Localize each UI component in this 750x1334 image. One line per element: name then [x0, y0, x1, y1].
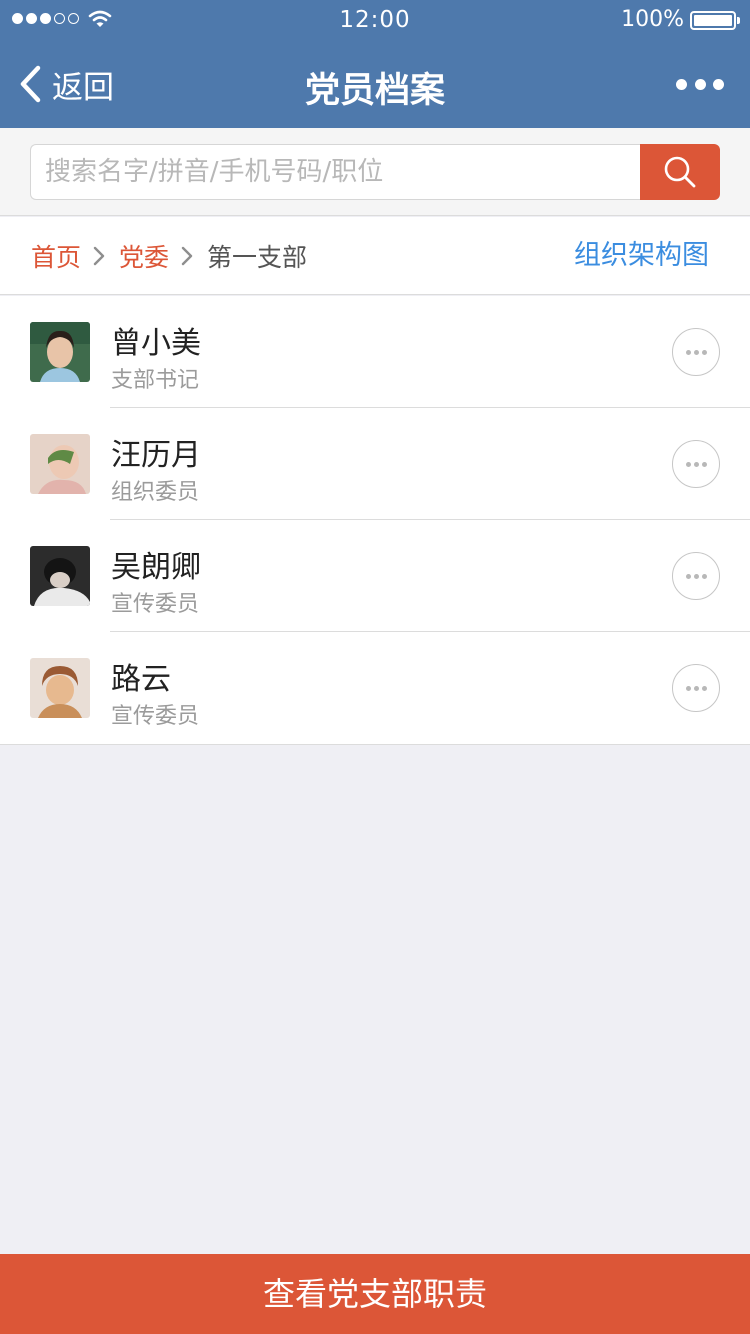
member-role: 组织委员	[111, 480, 200, 505]
breadcrumb-current: 第一支部	[207, 243, 308, 272]
member-name: 路云	[111, 662, 171, 697]
row-more-button[interactable]	[672, 664, 720, 712]
more-dots-icon	[685, 349, 691, 355]
status-bar: 12:00 100%	[0, 0, 750, 40]
member-name: 汪历月	[111, 438, 201, 473]
chevron-left-icon	[20, 65, 41, 103]
row-more-button[interactable]	[672, 328, 720, 376]
battery-percent: 100%	[621, 7, 684, 32]
more-dots-icon	[676, 78, 687, 90]
member-name: 曾小美	[111, 326, 201, 361]
member-role: 宣传委员	[111, 592, 200, 617]
battery-icon	[690, 11, 740, 30]
breadcrumb-home[interactable]: 首页	[31, 238, 81, 274]
member-role: 支部书记	[111, 368, 200, 393]
avatar	[30, 434, 90, 494]
search-button[interactable]	[640, 144, 720, 200]
top-bar: 12:00 100% 返回 党员档案	[0, 0, 750, 128]
member-list: 曾小美 支部书记 汪历月 组织委员 吴朗卿 宣传委员 路云 宣传委员	[0, 296, 750, 745]
list-item[interactable]: 吴朗卿 宣传委员	[0, 520, 750, 632]
member-name: 吴朗卿	[111, 550, 201, 585]
avatar	[30, 658, 90, 718]
more-dots-icon	[685, 461, 691, 467]
chevron-right-icon	[181, 246, 193, 266]
breadcrumb: 首页 党委 第一支部	[31, 217, 307, 295]
member-role: 宣传委员	[111, 704, 200, 729]
row-more-button[interactable]	[672, 440, 720, 488]
list-item[interactable]: 汪历月 组织委员	[0, 408, 750, 520]
more-button[interactable]	[676, 66, 724, 102]
list-item[interactable]: 曾小美 支部书记	[0, 296, 750, 408]
org-chart-link[interactable]: 组织架构图	[574, 217, 709, 295]
list-item[interactable]: 路云 宣传委员	[0, 632, 750, 744]
search-input[interactable]	[30, 144, 641, 200]
avatar	[30, 546, 90, 606]
more-dots-icon	[685, 685, 691, 691]
back-label: 返回	[52, 69, 114, 106]
chevron-right-icon	[93, 246, 105, 266]
view-branch-duties-button[interactable]: 查看党支部职责	[0, 1254, 750, 1334]
more-dots-icon	[685, 573, 691, 579]
nav-bar: 返回 党员档案	[0, 40, 750, 128]
row-more-button[interactable]	[672, 552, 720, 600]
search-icon	[664, 156, 696, 188]
avatar	[30, 322, 90, 382]
breadcrumb-party-committee[interactable]: 党委	[119, 238, 169, 274]
search-bar	[0, 128, 750, 216]
back-button[interactable]: 返回	[18, 62, 114, 106]
breadcrumb-bar: 首页 党委 第一支部 组织架构图	[0, 217, 750, 295]
